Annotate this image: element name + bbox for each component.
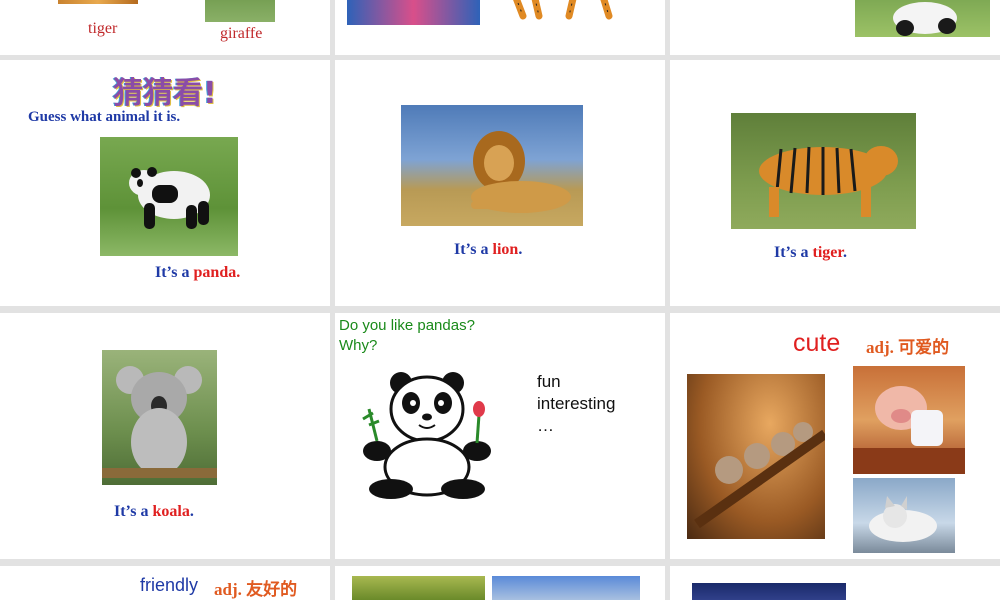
pig-photo xyxy=(853,366,965,474)
cartoon-image xyxy=(347,0,480,25)
slide-thumbnail-4[interactable]: 猜猜看! Guess what animal it is. It’s a pan… xyxy=(0,60,330,306)
slide-thumbnail-2[interactable] xyxy=(335,0,665,55)
caption-animal: koala xyxy=(152,503,190,520)
panda-image xyxy=(855,0,990,37)
slide-thumbnail-7[interactable]: It’s a koala. xyxy=(0,313,330,559)
slide-thumbnail-5[interactable]: It’s a lion. xyxy=(335,60,665,306)
kitten-photo xyxy=(853,478,955,553)
vocab-word: cute xyxy=(793,329,841,357)
night-photo xyxy=(692,583,846,600)
koala-caption: It’s a koala. xyxy=(114,503,194,521)
answer-list: fun interesting … xyxy=(537,371,615,437)
caption-prefix: It’s a xyxy=(114,503,153,520)
caption-prefix: It’s a xyxy=(155,264,194,281)
caption-animal: tiger xyxy=(812,244,844,261)
slide-thumbnail-8[interactable]: Do you like pandas? Why? fun interesting… xyxy=(335,313,665,559)
tiger-photo xyxy=(731,113,916,229)
vocab-definition: adj. 可爱的 xyxy=(866,338,950,357)
tiger-cartoon-image xyxy=(505,0,635,25)
tiger-label: tiger xyxy=(88,20,118,37)
koala-photo xyxy=(102,350,217,485)
caption-prefix: It’s a xyxy=(774,244,813,261)
caption-suffix: . xyxy=(518,241,523,258)
slide-thumbnail-6[interactable]: It’s a tiger. xyxy=(670,60,1000,306)
answer-fun: fun xyxy=(537,372,561,391)
slide-thumbnail-10[interactable]: friendly adj. 友好的 xyxy=(0,566,330,600)
caption-animal: panda xyxy=(193,264,237,281)
vocab-definition: adj. 友好的 xyxy=(214,580,298,599)
panda-caption: It’s a panda. xyxy=(155,264,240,282)
guess-title: 猜猜看! xyxy=(113,76,217,111)
tiger-caption: It’s a tiger. xyxy=(774,244,847,262)
panda-photo xyxy=(100,137,238,256)
giraffe-label: giraffe xyxy=(220,25,263,42)
tiger-image xyxy=(58,0,138,4)
caption-suffix: . xyxy=(236,264,241,281)
slide-thumbnail-11[interactable] xyxy=(335,566,665,600)
landscape-photo xyxy=(492,576,640,600)
caption-animal: lion xyxy=(492,241,519,258)
slide-thumbnail-12[interactable] xyxy=(670,566,1000,600)
caption-suffix: . xyxy=(843,244,848,261)
lion-photo xyxy=(401,105,583,226)
caption-suffix: . xyxy=(189,503,194,520)
question-line-2: Why? xyxy=(339,337,378,354)
guess-prompt: Guess what animal it is. xyxy=(28,109,181,125)
slide-thumbnail-9[interactable]: cute adj. 可爱的 xyxy=(670,313,1000,559)
giraffe-image xyxy=(205,0,275,22)
lion-caption: It’s a lion. xyxy=(454,241,522,259)
answer-interesting: interesting xyxy=(537,394,616,413)
slide-thumbnail-3[interactable] xyxy=(670,0,1000,55)
answer-ellipsis: … xyxy=(537,416,554,435)
slide-thumbnail-1[interactable]: tiger giraffe xyxy=(0,0,330,55)
koalas-photo xyxy=(687,374,825,539)
question-line-1: Do you like pandas? xyxy=(339,317,475,334)
vocab-word: friendly xyxy=(140,575,199,595)
bird-photo xyxy=(352,576,485,600)
caption-prefix: It’s a xyxy=(454,241,493,258)
cartoon-panda-image xyxy=(355,369,495,501)
